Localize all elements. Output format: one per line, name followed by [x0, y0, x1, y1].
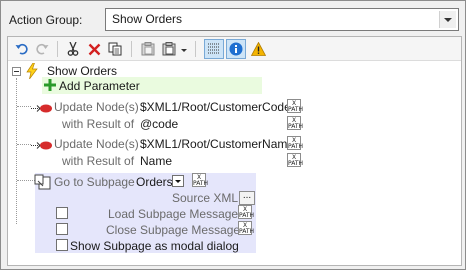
- result-label: with Result of: [62, 154, 135, 168]
- update-node-label: Update Node(s): [54, 137, 139, 151]
- redo-icon[interactable]: [33, 40, 51, 58]
- update-node-target[interactable]: $XML1/Root/CustomerCode: [140, 100, 291, 114]
- tree-line: [16, 78, 17, 224]
- source-xml-browse-button[interactable]: ...: [239, 191, 255, 205]
- warning-icon[interactable]: [249, 40, 267, 58]
- action-group-value: Show Orders: [112, 12, 183, 26]
- xpath-button[interactable]: X PATH: [287, 153, 303, 167]
- toolbar: [8, 37, 461, 61]
- modal-dialog-checkbox[interactable]: [56, 239, 68, 251]
- subpage-value: Orders: [136, 175, 173, 189]
- load-message-checkbox[interactable]: [56, 207, 68, 219]
- grid-view-icon[interactable]: [204, 39, 224, 59]
- undo-icon[interactable]: [13, 40, 31, 58]
- subpage-icon: [34, 174, 52, 193]
- toolbar-separator: [57, 41, 58, 57]
- xpath-button[interactable]: X PATH: [192, 173, 208, 187]
- xpath-button[interactable]: X PATH: [238, 221, 254, 235]
- tree-line: [17, 144, 31, 145]
- action-group-root-label: Show Orders: [47, 64, 118, 78]
- action-group-label: Action Group:: [9, 13, 83, 27]
- xpath-button[interactable]: X PATH: [238, 205, 254, 219]
- info-icon[interactable]: [226, 39, 246, 59]
- add-parameter-row[interactable]: Add Parameter: [42, 77, 262, 94]
- go-to-subpage-label: Go to Subpage: [54, 175, 135, 189]
- close-message-checkbox[interactable]: [56, 223, 68, 235]
- update-node-target[interactable]: $XML1/Root/CustomerName: [140, 137, 294, 151]
- close-message-label: Close Subpage Message: [106, 223, 241, 237]
- xpath-button[interactable]: X PATH: [287, 99, 303, 113]
- chevron-down-icon[interactable]: [439, 11, 456, 28]
- lightning-icon: [26, 62, 38, 82]
- result-label: with Result of: [62, 117, 135, 131]
- add-icon[interactable]: [44, 79, 56, 94]
- collapse-toggle[interactable]: [12, 67, 21, 76]
- action-group-select[interactable]: Show Orders: [105, 8, 459, 31]
- xpath-button[interactable]: X PATH: [287, 116, 303, 130]
- chevron-down-icon[interactable]: [181, 49, 187, 52]
- tree-line: [17, 180, 35, 181]
- update-node-label: Update Node(s): [54, 100, 139, 114]
- toolbar-separator: [131, 41, 132, 57]
- update-node-icon: [31, 139, 53, 153]
- modal-dialog-label: Show Subpage as modal dialog: [70, 239, 239, 253]
- add-parameter-label: Add Parameter: [59, 79, 140, 93]
- result-value[interactable]: @code: [140, 117, 178, 131]
- copy-icon[interactable]: [106, 40, 124, 58]
- chevron-down-icon[interactable]: [172, 175, 184, 187]
- paste-special-icon[interactable]: [160, 40, 178, 58]
- subpage-combo[interactable]: Orders: [136, 174, 186, 189]
- update-node-icon: [31, 102, 53, 116]
- toolbar-separator: [195, 41, 196, 57]
- delete-icon[interactable]: [85, 40, 103, 58]
- result-value[interactable]: Name: [140, 154, 172, 168]
- xpath-button[interactable]: X PATH: [287, 136, 303, 150]
- action-group-dialog: Action Group: Show Orders Show Orders Ad…: [0, 0, 466, 270]
- cut-icon[interactable]: [64, 40, 82, 58]
- source-xml-label: Source XML: [172, 191, 239, 205]
- tree-line: [17, 106, 31, 107]
- paste-icon[interactable]: [139, 40, 157, 58]
- load-message-label: Load Subpage Message: [108, 207, 239, 221]
